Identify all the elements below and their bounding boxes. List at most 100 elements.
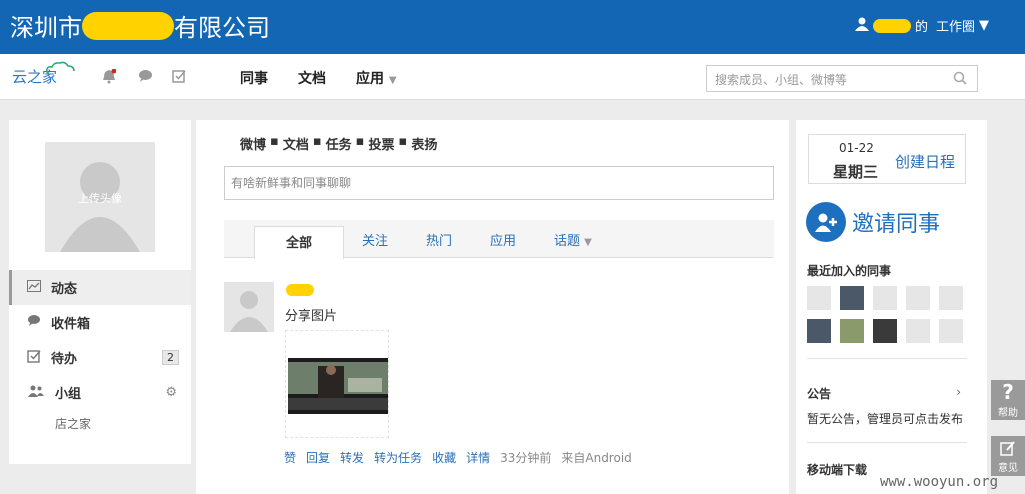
company-suffix: 有限公司 xyxy=(174,14,270,42)
help-button[interactable]: ? 帮助 xyxy=(991,380,1025,420)
upload-avatar[interactable]: 上传头像 xyxy=(45,142,155,252)
colleague-avatar[interactable] xyxy=(807,286,831,310)
sidebar-item-groups[interactable]: 小组 ⚙ xyxy=(9,375,191,410)
separator-dot: ▪ xyxy=(355,134,365,149)
feedback-label: 意见 xyxy=(998,463,1018,474)
sidebar-item-activity[interactable]: 动态 xyxy=(9,270,191,305)
post-image[interactable] xyxy=(285,330,389,438)
add-user-icon xyxy=(806,202,846,242)
post-type-document[interactable]: 文档 xyxy=(283,134,309,153)
separator-dot: ▪ xyxy=(270,134,279,149)
colleague-avatar[interactable] xyxy=(873,319,897,343)
watermark: www.wooyun.org xyxy=(880,474,999,490)
sidebar-item-label: 收件箱 xyxy=(51,317,91,332)
sidebar-item-inbox[interactable]: 收件箱 xyxy=(9,305,191,340)
tab-following[interactable]: 关注 xyxy=(362,230,388,249)
reply-link[interactable]: 回复 xyxy=(306,449,330,466)
sidebar-item-label: 待办 xyxy=(51,352,78,367)
redaction-mark xyxy=(82,11,174,40)
nav-apps-label: 应用 xyxy=(356,71,384,87)
right-sidebar: 01-22 星期三 创建日程 邀请同事 最近加入的同事 公告 › 暂无公告，管理… xyxy=(796,120,987,494)
colleague-avatar[interactable] xyxy=(807,319,831,343)
create-schedule-button[interactable]: 创建日程 xyxy=(895,151,955,172)
post-type-task[interactable]: 任务 xyxy=(326,134,352,153)
left-sidebar: 上传头像 动态 收件箱 待办 2 小组 ⚙ 店之家 xyxy=(9,120,191,464)
invite-label: 邀请同事 xyxy=(852,212,941,237)
checkbox-icon[interactable] xyxy=(172,69,186,87)
upload-avatar-label: 上传头像 xyxy=(78,192,122,205)
question-icon: ? xyxy=(1002,380,1014,404)
company-name: 深圳市 有限公司 xyxy=(10,8,270,43)
favorite-link[interactable]: 收藏 xyxy=(432,449,456,466)
colleague-avatar[interactable] xyxy=(939,286,963,310)
user-icon xyxy=(854,17,869,35)
cloud-icon xyxy=(46,61,75,74)
notice-title: 公告 xyxy=(807,387,832,401)
image-thumbnail xyxy=(288,358,388,414)
post-type-weibo[interactable]: 微博 xyxy=(240,134,266,153)
forward-link[interactable]: 转发 xyxy=(340,449,364,466)
details-link[interactable]: 详情 xyxy=(466,449,490,466)
logo[interactable]: 云之家 xyxy=(12,61,75,87)
chevron-right-icon: › xyxy=(956,385,961,399)
recent-colleagues-title: 最近加入的同事 xyxy=(807,264,892,278)
search-placeholder: 搜索成员、小组、微博等 xyxy=(715,73,848,87)
group-item[interactable]: 店之家 xyxy=(9,410,191,438)
caret-down-icon: ▼ xyxy=(388,75,397,86)
post-time: 33分钟前 xyxy=(500,451,552,465)
invite-colleague-button[interactable]: 邀请同事 xyxy=(806,202,940,242)
colleague-avatar[interactable] xyxy=(906,286,930,310)
chat-icon[interactable] xyxy=(138,69,153,87)
search-input[interactable]: 搜索成员、小组、微博等 xyxy=(706,65,978,92)
workspace-label: 工作圈 xyxy=(935,20,975,35)
to-task-link[interactable]: 转为任务 xyxy=(374,449,422,466)
post-actions: 赞 回复 转发 转为任务 收藏 详情 33分钟前 来自Android xyxy=(284,449,632,466)
colleague-avatar[interactable] xyxy=(906,319,930,343)
user-suffix: 的 xyxy=(914,20,928,35)
gear-icon[interactable]: ⚙ xyxy=(165,385,177,400)
bell-icon[interactable] xyxy=(102,68,117,88)
divider xyxy=(807,442,967,443)
divider xyxy=(807,358,967,359)
left-nav: 动态 收件箱 待办 2 小组 ⚙ 店之家 xyxy=(9,270,191,438)
feedback-button[interactable]: 意见 xyxy=(991,436,1025,476)
compose-placeholder: 有啥新鲜事和同事聊聊 xyxy=(231,176,352,190)
redaction-mark xyxy=(872,18,911,33)
compose-input[interactable]: 有啥新鲜事和同事聊聊 xyxy=(224,166,774,200)
notice-header[interactable]: 公告 › xyxy=(807,385,967,402)
separator-dot: ▪ xyxy=(398,134,408,149)
colleague-avatar[interactable] xyxy=(939,319,963,343)
caret-down-icon: ▼ xyxy=(979,18,989,33)
top-bar: 深圳市 有限公司 的 工作圈 ▼ xyxy=(0,0,1025,54)
main-feed: 微博 ▪ 文档 ▪ 任务 ▪ 投票 ▪ 表扬 有啥新鲜事和同事聊聊 全部 关注 热门 应… xyxy=(196,120,789,494)
todo-count-badge: 2 xyxy=(162,350,179,365)
colleague-avatar[interactable] xyxy=(840,319,864,343)
colleague-avatar[interactable] xyxy=(840,286,864,310)
sidebar-item-todo[interactable]: 待办 2 xyxy=(9,340,191,375)
post-author-avatar[interactable] xyxy=(224,282,274,332)
mobile-download-title[interactable]: 移动端下载 xyxy=(807,461,867,478)
post-type-praise[interactable]: 表扬 xyxy=(411,134,437,153)
nav-colleagues[interactable]: 同事 xyxy=(240,68,268,88)
tab-all[interactable]: 全部 xyxy=(254,226,344,259)
tab-apps[interactable]: 应用 xyxy=(490,230,516,249)
colleague-avatar[interactable] xyxy=(873,286,897,310)
sidebar-item-label: 小组 xyxy=(55,387,82,402)
search-icon[interactable] xyxy=(953,71,967,88)
tab-topics[interactable]: 话题 ▼ xyxy=(554,230,592,249)
post-type-tabs: 微博 ▪ 文档 ▪ 任务 ▪ 投票 ▪ 表扬 xyxy=(240,134,437,153)
like-link[interactable]: 赞 xyxy=(284,449,296,466)
nav-apps[interactable]: 应用 ▼ xyxy=(356,68,397,88)
group-icon xyxy=(27,385,45,401)
company-prefix: 深圳市 xyxy=(10,14,82,42)
nav-documents[interactable]: 文档 xyxy=(298,68,326,88)
chart-icon xyxy=(27,279,41,296)
redaction-mark xyxy=(286,284,314,296)
user-menu[interactable]: 的 工作圈 ▼ xyxy=(854,16,989,35)
notice-text: 暂无公告，管理员可点击发布 xyxy=(807,412,964,426)
separator-dot: ▪ xyxy=(312,134,322,149)
caret-down-icon: ▼ xyxy=(584,237,592,248)
post-type-vote[interactable]: 投票 xyxy=(368,134,394,153)
tab-hot[interactable]: 热门 xyxy=(426,230,452,249)
main-nav: 同事 文档 应用 ▼ xyxy=(240,68,397,88)
